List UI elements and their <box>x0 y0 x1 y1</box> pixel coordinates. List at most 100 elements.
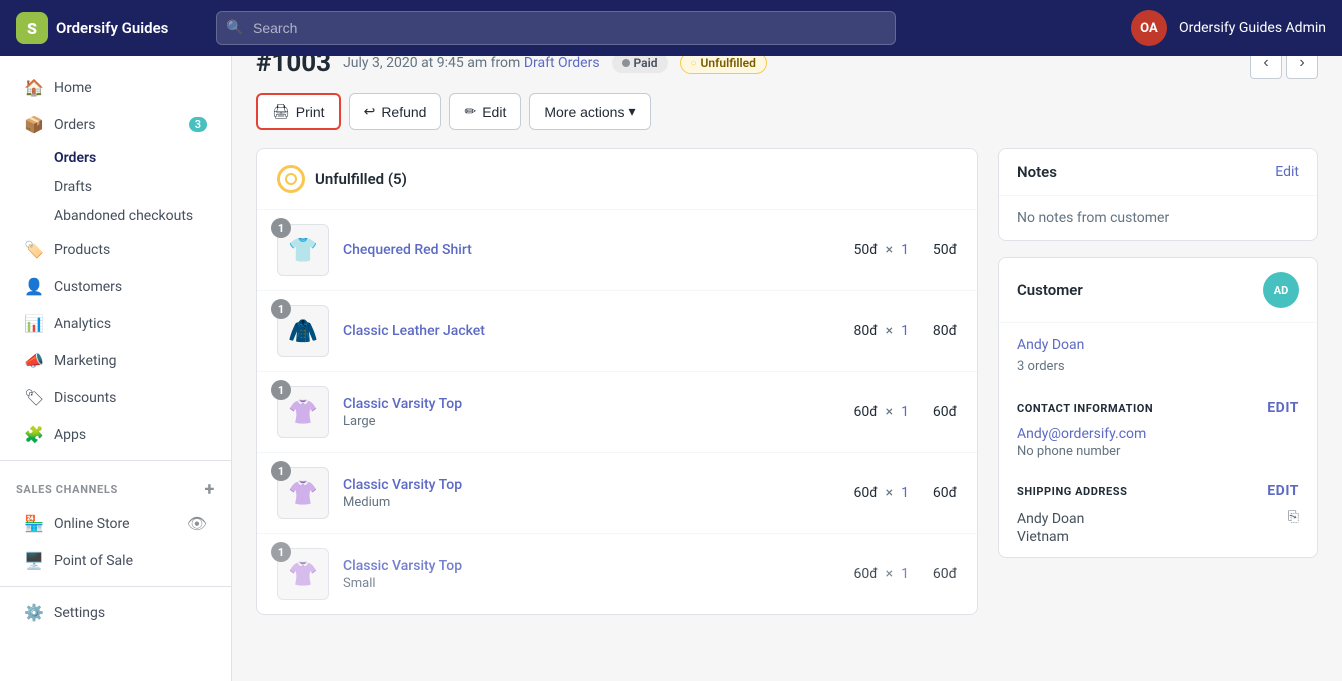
item-variant: Small <box>343 576 840 591</box>
item-price: 60đ <box>854 566 878 582</box>
item-price-row: 60đ × 1 60đ <box>854 404 957 420</box>
printer-icon: 🖨 <box>272 103 290 120</box>
notes-body: No notes from customer <box>999 196 1317 240</box>
customer-phone: No phone number <box>1017 444 1299 459</box>
contact-section-label: CONTACT INFORMATION Edit <box>999 388 1317 422</box>
more-actions-button[interactable]: More actions ▾ <box>529 93 650 130</box>
shipping-section-label: SHIPPING ADDRESS Edit <box>999 471 1317 505</box>
item-name-link[interactable]: Classic Varsity Top <box>343 477 462 493</box>
notes-edit-link[interactable]: Edit <box>1275 164 1299 180</box>
pos-icon: 🖥️ <box>24 551 44 570</box>
item-qty: 1 <box>901 404 909 420</box>
apps-icon: 🧩 <box>24 425 44 444</box>
orders-badge: 3 <box>189 117 207 132</box>
sidebar-item-label: Orders <box>54 117 96 133</box>
table-row: 👚 1 Classic Varsity Top Small 60đ × 1 60… <box>257 534 977 614</box>
table-row: 👚 1 Classic Varsity Top Large 60đ × 1 60… <box>257 372 977 453</box>
multiply-symbol: × <box>886 404 893 420</box>
sidebar-item-customers[interactable]: 👤 Customers <box>8 269 223 304</box>
left-panel: Unfulfilled (5) 👕 1 Chequered Red Shirt … <box>256 148 978 631</box>
edit-icon: ✏ <box>464 103 476 120</box>
orders-icon: 📦 <box>24 115 44 134</box>
contact-info-body: Andy@ordersify.com No phone number <box>999 422 1317 471</box>
multiply-symbol: × <box>886 323 893 339</box>
copy-address-icon[interactable]: ⎘ <box>1288 509 1299 525</box>
sidebar-item-home[interactable]: 🏠 Home <box>8 70 223 105</box>
shipping-name: Andy Doan <box>1017 511 1084 527</box>
item-details: Classic Varsity Top Medium <box>343 477 840 510</box>
item-name-link[interactable]: Classic Leather Jacket <box>343 323 485 339</box>
table-row: 👕 1 Chequered Red Shirt 50đ × 1 50đ <box>257 210 977 291</box>
online-store-icon: 🏪 <box>24 514 44 533</box>
item-price: 50đ <box>854 242 878 258</box>
customer-title: Customer <box>1017 281 1083 299</box>
item-image-wrap: 👚 1 <box>277 548 329 600</box>
item-image-wrap: 👚 1 <box>277 467 329 519</box>
item-price-row: 80đ × 1 80đ <box>854 323 957 339</box>
sidebar-item-products[interactable]: 🏷️ Products <box>8 232 223 267</box>
avatar[interactable]: OA <box>1131 10 1167 46</box>
sidebar-item-abandoned[interactable]: Abandoned checkouts <box>8 202 223 230</box>
sidebar-item-settings[interactable]: ⚙️ Settings <box>8 595 223 630</box>
sidebar-sub-label: Abandoned checkouts <box>54 208 193 224</box>
sidebar-item-online-store[interactable]: 🏪 Online Store 👁 <box>8 506 223 541</box>
item-total: 60đ <box>917 404 957 420</box>
main-content: ‹ Orders #1003 July 3, 2020 at 9:45 am f… <box>232 0 1342 651</box>
shopify-logo-icon: S <box>16 12 48 44</box>
print-button[interactable]: 🖨 Print <box>256 93 341 130</box>
customer-name-link[interactable]: Andy Doan <box>1017 337 1084 353</box>
item-total: 60đ <box>917 566 957 582</box>
notes-title: Notes <box>1017 163 1057 181</box>
item-image-wrap: 🧥 1 <box>277 305 329 357</box>
sidebar-item-label: Discounts <box>54 390 116 406</box>
search-input[interactable] <box>216 11 896 45</box>
sidebar-item-label: Marketing <box>54 353 117 369</box>
sidebar-item-apps[interactable]: 🧩 Apps <box>8 417 223 452</box>
paid-badge: Paid <box>612 53 668 73</box>
item-name-link[interactable]: Chequered Red Shirt <box>343 242 472 258</box>
shipping-body: Andy Doan Vietnam ⎘ <box>999 505 1317 557</box>
marketing-icon: 📣 <box>24 351 44 370</box>
shipping-edit-link[interactable]: Edit <box>1267 483 1299 499</box>
item-total: 80đ <box>917 323 957 339</box>
item-qty: 1 <box>901 485 909 501</box>
sidebar-item-orders[interactable]: 📦 Orders 3 <box>8 107 223 142</box>
contact-edit-link[interactable]: Edit <box>1267 400 1299 416</box>
item-details: Classic Varsity Top Small <box>343 558 840 591</box>
refund-button[interactable]: ↩ Refund <box>349 93 442 130</box>
sidebar-item-analytics[interactable]: 📊 Analytics <box>8 306 223 341</box>
customer-orders: 3 orders <box>999 359 1317 388</box>
unfulfilled-card-header: Unfulfilled (5) <box>257 149 977 210</box>
item-details: Classic Varsity Top Large <box>343 396 840 429</box>
item-price: 80đ <box>854 323 878 339</box>
action-bar: 🖨 Print ↩ Refund ✏ Edit More actions ▾ <box>256 93 1318 130</box>
sidebar-item-discounts[interactable]: 🏷 Discounts <box>8 380 223 415</box>
item-name-link[interactable]: Classic Varsity Top <box>343 396 462 412</box>
unfulfilled-card: Unfulfilled (5) 👕 1 Chequered Red Shirt … <box>256 148 978 615</box>
table-row: 🧥 1 Classic Leather Jacket 80đ × 1 80đ <box>257 291 977 372</box>
item-qty: 1 <box>901 242 909 258</box>
edit-button[interactable]: ✏ Edit <box>449 93 521 130</box>
customer-email-link[interactable]: Andy@ordersify.com <box>1017 426 1146 442</box>
brand-name: Ordersify Guides <box>56 19 168 37</box>
sidebar-item-label: Customers <box>54 279 122 295</box>
sidebar-item-drafts[interactable]: Drafts <box>8 173 223 201</box>
customers-icon: 👤 <box>24 277 44 296</box>
order-source-link[interactable]: Draft Orders <box>524 55 600 71</box>
item-variant: Large <box>343 414 840 429</box>
sidebar-item-label: Analytics <box>54 316 111 332</box>
home-icon: 🏠 <box>24 78 44 97</box>
sidebar-item-orders-sub[interactable]: Orders <box>8 144 223 172</box>
multiply-symbol: × <box>886 566 893 582</box>
sidebar-item-marketing[interactable]: 📣 Marketing <box>8 343 223 378</box>
item-details: Classic Leather Jacket <box>343 323 840 339</box>
search-icon: 🔍 <box>226 20 243 36</box>
sidebar-divider-2 <box>0 586 231 587</box>
item-quantity-badge: 1 <box>271 542 291 562</box>
unfulfilled-status-icon <box>277 165 305 193</box>
add-sales-channel-button[interactable]: + <box>205 479 215 500</box>
right-panel: Notes Edit No notes from customer Custom… <box>998 148 1318 631</box>
customer-card-header: Customer AD <box>999 258 1317 323</box>
item-name-link[interactable]: Classic Varsity Top <box>343 558 462 574</box>
sidebar-item-pos[interactable]: 🖥️ Point of Sale <box>8 543 223 578</box>
